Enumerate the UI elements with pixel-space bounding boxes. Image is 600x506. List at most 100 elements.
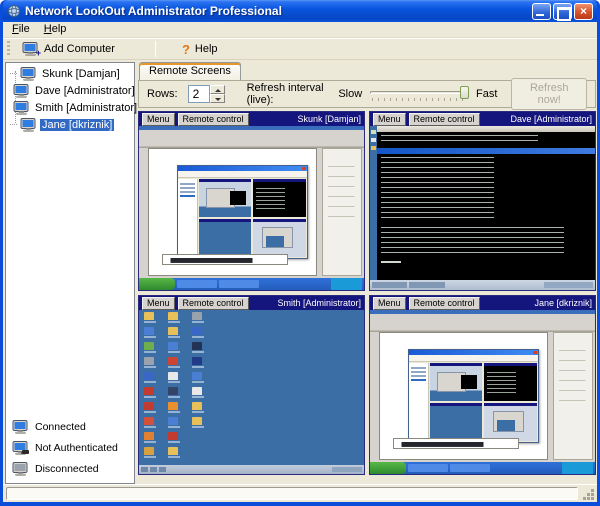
- toolbar-help-button[interactable]: ? Help: [176, 39, 224, 59]
- menu-bar: File Help: [3, 22, 597, 38]
- desktop-icon: [168, 417, 178, 430]
- desktop-icon: [168, 357, 178, 370]
- tree-item-jane-selected[interactable]: Jane [dkriznik]: [6, 116, 134, 133]
- maximize-button[interactable]: [553, 3, 572, 20]
- desktop-icon: [192, 312, 202, 325]
- remote-control-button[interactable]: Remote control: [409, 297, 480, 310]
- computer-name: Dave [Administrator]: [33, 85, 137, 97]
- remote-screens-area: Remote Screens Rows: Refresh interval (l…: [138, 62, 596, 484]
- remote-control-button[interactable]: Remote control: [178, 113, 249, 126]
- remote-background-window: [162, 254, 288, 265]
- status-field: [6, 487, 578, 500]
- desktop-icon-grid: [144, 312, 216, 462]
- remote-control-button[interactable]: Remote control: [409, 113, 480, 126]
- window-controls: ×: [532, 3, 593, 20]
- remote-panel-smith: Menu Remote control Smith [Administrator…: [138, 295, 365, 475]
- system-tray: [562, 462, 593, 474]
- desktop-icon: [168, 402, 178, 415]
- tree-item-smith[interactable]: Smith [Administrator]: [6, 99, 134, 116]
- panel-header: Menu Remote control Dave [Administrator]: [370, 112, 595, 126]
- tab-remote-screens[interactable]: Remote Screens: [139, 62, 241, 80]
- desktop-icon: [168, 387, 178, 400]
- toolbar-gripper[interactable]: [7, 41, 10, 57]
- remote-taskbar: [370, 462, 595, 474]
- mini-screen-blue-desktop: [430, 403, 482, 441]
- panel-computer-name: Dave [Administrator]: [510, 114, 592, 124]
- not-authenticated-icon: [12, 441, 29, 455]
- terminal-prompt: [381, 261, 401, 263]
- tree-item-skunk[interactable]: Skunk [Damjan]: [6, 65, 134, 82]
- remote-screen-thumbnail[interactable]: [139, 126, 364, 290]
- remote-taskbar: [139, 465, 364, 474]
- legend-label: Disconnected: [35, 463, 99, 475]
- title-bar[interactable]: Network LookOut Administrator Profession…: [3, 0, 597, 22]
- desktop-icon: [192, 402, 202, 415]
- rows-input[interactable]: [188, 85, 210, 103]
- start-button: [139, 278, 175, 290]
- taskbar-button: [408, 464, 448, 472]
- question-mark-icon: ?: [182, 42, 190, 57]
- main-area: Skunk [Damjan] Dave [Administrator] Smit…: [3, 60, 597, 484]
- minimize-button[interactable]: [532, 3, 551, 20]
- status-legend: Connected Not Authenticated Disconnected: [6, 416, 134, 483]
- inner-window-toolbar: [409, 355, 538, 362]
- refresh-now-button[interactable]: Refresh now!: [511, 78, 587, 110]
- slider-thumb[interactable]: [460, 86, 469, 99]
- remote-panel-skunk: Menu Remote control Skunk [Damjan]: [138, 111, 365, 291]
- computer-name: Jane [dkriznik]: [40, 119, 114, 131]
- spin-up-icon[interactable]: [210, 85, 225, 94]
- disconnected-icon: [12, 462, 29, 476]
- remote-task-pane: [553, 332, 594, 460]
- panel-header: Menu Remote control Smith [Administrator…: [139, 296, 364, 310]
- panel-menu-button[interactable]: Menu: [373, 297, 406, 310]
- desktop-icon: [168, 342, 178, 355]
- desktop-icon: [144, 357, 154, 370]
- legend-connected: Connected: [12, 416, 130, 437]
- remote-background-window: [393, 438, 519, 449]
- toolbar-separator: [155, 41, 156, 57]
- window-title: Network LookOut Administrator Profession…: [25, 4, 528, 18]
- remote-panel-jane: Menu Remote control Jane [dkriznik]: [369, 295, 596, 475]
- toolbar: + Add Computer ? Help: [3, 38, 597, 60]
- rows-label: Rows:: [147, 88, 178, 100]
- panel-menu-button[interactable]: Menu: [373, 113, 406, 126]
- remote-app-toolbar: [139, 126, 364, 148]
- remote-control-button[interactable]: Remote control: [178, 297, 249, 310]
- tree-item-dave[interactable]: Dave [Administrator]: [6, 82, 134, 99]
- resize-grip[interactable]: [581, 487, 595, 501]
- desktop-icon: [168, 432, 178, 445]
- desktop-icon: [168, 327, 178, 340]
- inner-screens-grid: [199, 179, 306, 256]
- spin-down-icon[interactable]: [210, 94, 225, 103]
- close-button[interactable]: ×: [574, 3, 593, 20]
- slider-track[interactable]: [370, 91, 468, 94]
- panel-computer-name: Smith [Administrator]: [277, 298, 361, 308]
- terminal-titlebar: [377, 148, 595, 154]
- terminal-output: [381, 227, 564, 253]
- desktop-icon: [144, 387, 154, 400]
- desktop-icon: [168, 312, 178, 325]
- controls-box: Rows: Refresh interval (live): Slow: [138, 80, 596, 108]
- panel-menu-button[interactable]: Menu: [142, 297, 175, 310]
- menu-help[interactable]: Help: [37, 22, 74, 37]
- remote-task-pane: [322, 148, 363, 276]
- computer-tree-panel: Skunk [Damjan] Dave [Administrator] Smit…: [5, 62, 135, 484]
- legend-not-authenticated: Not Authenticated: [12, 437, 130, 458]
- add-computer-button[interactable]: + Add Computer: [16, 39, 121, 59]
- toolbar-help-label: Help: [195, 43, 218, 55]
- panel-computer-name: Skunk [Damjan]: [297, 114, 361, 124]
- tab-strip: Remote Screens: [138, 62, 596, 81]
- connected-icon: [12, 420, 29, 434]
- desktop-icon: [144, 402, 154, 415]
- refresh-interval-slider[interactable]: [370, 84, 468, 104]
- menu-file[interactable]: File: [5, 22, 37, 37]
- legend-label: Connected: [35, 421, 86, 433]
- remote-inner-window: [177, 165, 308, 258]
- panel-menu-button[interactable]: Menu: [142, 113, 175, 126]
- terminal-output: [381, 135, 538, 145]
- remote-screen-thumbnail[interactable]: [139, 310, 364, 474]
- remote-screen-thumbnail[interactable]: [370, 310, 595, 474]
- taskbar-button: [219, 280, 259, 288]
- terminal-window: [377, 126, 595, 280]
- remote-screen-thumbnail[interactable]: [370, 126, 595, 290]
